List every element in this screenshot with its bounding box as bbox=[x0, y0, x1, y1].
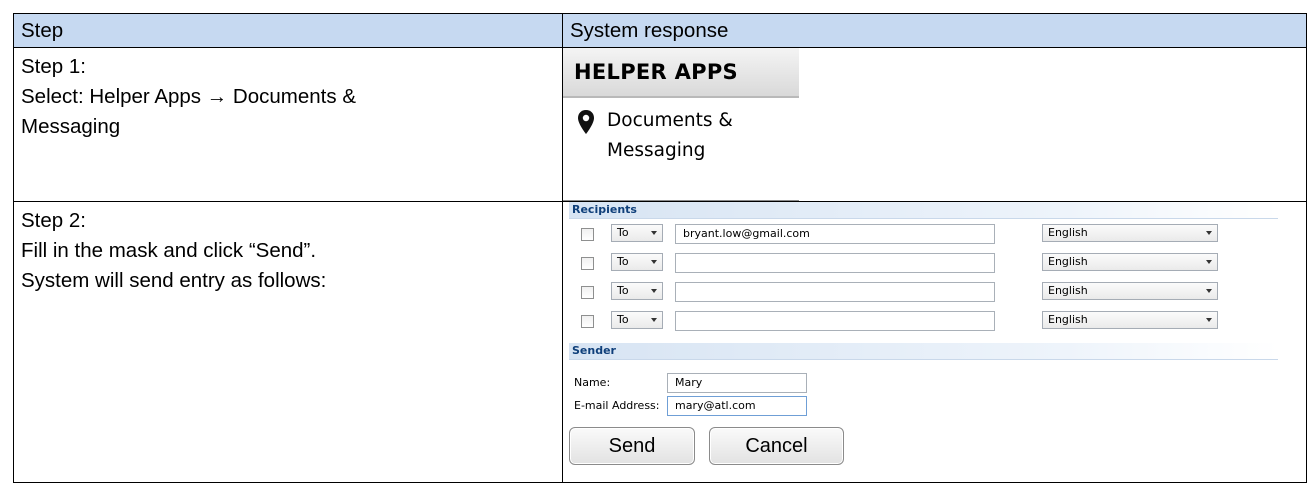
helper-apps-panel: HELPER APPS Documents & Messaging bbox=[563, 48, 799, 201]
recipient-checkbox[interactable] bbox=[581, 286, 594, 299]
recipient-language-value: English bbox=[1048, 284, 1088, 297]
send-button[interactable]: Send bbox=[569, 427, 695, 465]
recipient-checkbox[interactable] bbox=[581, 228, 594, 241]
recipient-row: To English bbox=[581, 282, 1281, 304]
helper-apps-title: HELPER APPS bbox=[563, 48, 799, 98]
recipient-checkbox[interactable] bbox=[581, 315, 594, 328]
recipient-row: To English bbox=[581, 253, 1281, 275]
send-form: Recipients To bryant.low@gmail.com Engli… bbox=[563, 202, 1283, 482]
recipient-language-select[interactable]: English bbox=[1042, 311, 1218, 329]
recipient-type-value: To bbox=[617, 284, 629, 297]
recipient-row: To English bbox=[581, 311, 1281, 333]
recipient-type-select[interactable]: To bbox=[611, 253, 663, 271]
sender-email-input[interactable]: mary@atl.com bbox=[667, 396, 807, 416]
recipient-type-value: To bbox=[617, 313, 629, 326]
table-header-row: Step System response bbox=[13, 13, 1307, 48]
chevron-down-icon bbox=[1206, 231, 1212, 235]
step1-title: Step 1: bbox=[21, 55, 86, 78]
instructions-table: Step System response Step 1: Select: Hel… bbox=[13, 13, 1307, 483]
documents-messaging-item[interactable]: Documents & Messaging bbox=[577, 106, 767, 166]
documents-messaging-label: Documents & Messaging bbox=[607, 106, 767, 166]
recipient-email-input[interactable] bbox=[675, 282, 995, 302]
cancel-button[interactable]: Cancel bbox=[709, 427, 844, 465]
step1-instruction: Select: Helper Apps → Documents & bbox=[21, 85, 356, 108]
table-row: Step 2: Fill in the mask and click “Send… bbox=[13, 201, 1307, 483]
chevron-down-icon bbox=[1206, 318, 1212, 322]
recipient-row: To bryant.low@gmail.com English bbox=[581, 224, 1281, 246]
recipient-language-value: English bbox=[1048, 226, 1088, 239]
map-pin-icon bbox=[578, 110, 594, 134]
recipient-type-value: To bbox=[617, 226, 629, 239]
sender-email-label: E-mail Address: bbox=[574, 399, 660, 412]
step1-instruction-cont: Messaging bbox=[21, 115, 121, 138]
sender-header: Sender bbox=[569, 343, 1278, 360]
recipient-type-select[interactable]: To bbox=[611, 282, 663, 300]
header-step-cell: Step bbox=[13, 13, 563, 48]
sender-name-input[interactable]: Mary bbox=[667, 373, 807, 393]
recipient-language-select[interactable]: English bbox=[1042, 282, 1218, 300]
chevron-down-icon bbox=[651, 318, 657, 322]
recipient-type-value: To bbox=[617, 255, 629, 268]
chevron-down-icon bbox=[651, 260, 657, 264]
item-label-line2: Messaging bbox=[607, 140, 706, 161]
recipients-header: Recipients bbox=[569, 202, 1278, 219]
recipient-type-select[interactable]: To bbox=[611, 311, 663, 329]
recipient-email-input[interactable]: bryant.low@gmail.com bbox=[675, 224, 995, 244]
recipient-type-select[interactable]: To bbox=[611, 224, 663, 242]
step1-cell: Step 1: Select: Helper Apps → Documents … bbox=[13, 47, 563, 202]
table-row: Step 1: Select: Helper Apps → Documents … bbox=[13, 47, 1307, 202]
recipient-email-input[interactable] bbox=[675, 311, 995, 331]
recipient-language-value: English bbox=[1048, 313, 1088, 326]
step1-response-cell: HELPER APPS Documents & Messaging bbox=[562, 47, 1307, 202]
recipient-language-value: English bbox=[1048, 255, 1088, 268]
item-label-line1: Documents & bbox=[607, 110, 733, 131]
recipient-email-input[interactable] bbox=[675, 253, 995, 273]
step2-instruction-cont: System will send entry as follows: bbox=[21, 269, 327, 292]
chevron-down-icon bbox=[651, 289, 657, 293]
recipient-language-select[interactable]: English bbox=[1042, 224, 1218, 242]
header-step: Step bbox=[21, 19, 64, 42]
chevron-down-icon bbox=[1206, 260, 1212, 264]
header-response-cell: System response bbox=[562, 13, 1307, 48]
chevron-down-icon bbox=[1206, 289, 1212, 293]
step2-title: Step 2: bbox=[21, 209, 86, 232]
recipient-checkbox[interactable] bbox=[581, 257, 594, 270]
step2-cell: Step 2: Fill in the mask and click “Send… bbox=[13, 201, 563, 483]
sender-name-label: Name: bbox=[574, 376, 611, 389]
recipient-language-select[interactable]: English bbox=[1042, 253, 1218, 271]
step2-response-cell: Recipients To bryant.low@gmail.com Engli… bbox=[562, 201, 1307, 483]
chevron-down-icon bbox=[651, 231, 657, 235]
header-response: System response bbox=[570, 19, 729, 42]
step2-instruction: Fill in the mask and click “Send”. bbox=[21, 239, 317, 262]
